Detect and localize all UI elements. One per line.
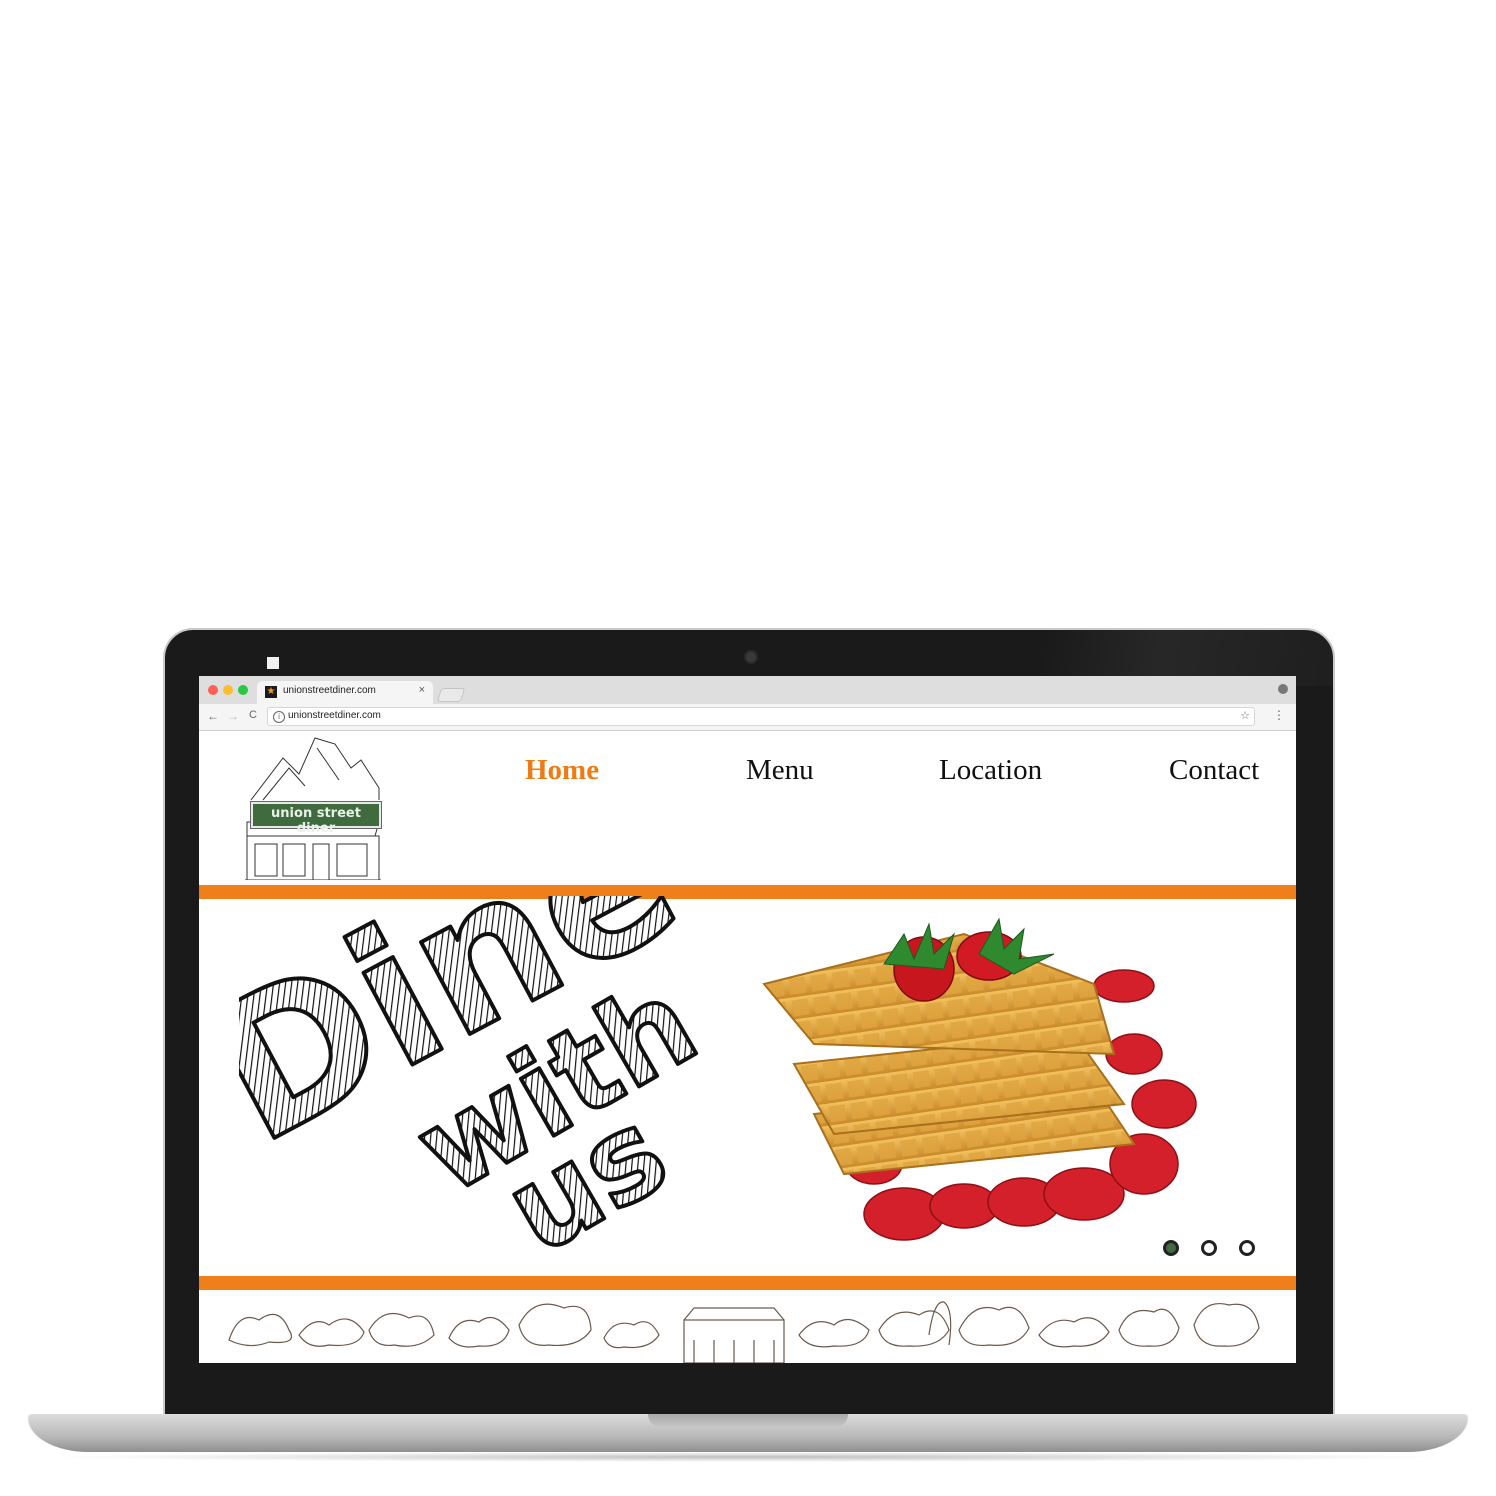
window-minimize-button[interactable] xyxy=(223,685,233,695)
bookmark-star-icon[interactable]: ☆ xyxy=(1240,709,1250,722)
screen: ★ unionstreetdiner.com × ← → C i unionst… xyxy=(199,676,1296,1363)
back-icon[interactable]: ← xyxy=(207,709,219,723)
nav-menu[interactable]: Menu xyxy=(746,754,814,787)
browser-tab[interactable]: ★ unionstreetdiner.com × xyxy=(257,681,433,704)
carousel-dot-2[interactable] xyxy=(1201,1240,1217,1256)
orange-divider-bottom xyxy=(199,1276,1296,1290)
logo-text: union street diner xyxy=(271,806,361,836)
carousel-dot-3[interactable] xyxy=(1239,1240,1255,1256)
browser-menu-icon[interactable]: ⋮ xyxy=(1273,708,1285,722)
carousel-dot-1[interactable] xyxy=(1163,1240,1179,1256)
laptop-shadow xyxy=(40,1452,1456,1462)
browser-tabbar: ★ unionstreetdiner.com × xyxy=(199,676,1296,704)
nav-contact[interactable]: Contact xyxy=(1169,754,1259,787)
tab-title: unionstreetdiner.com xyxy=(283,685,376,696)
url-text: unionstreetdiner.com xyxy=(288,710,381,721)
tab-close-icon[interactable]: × xyxy=(419,684,425,696)
forward-icon[interactable]: → xyxy=(227,709,239,723)
profile-icon[interactable] xyxy=(1278,684,1288,694)
reload-icon[interactable]: C xyxy=(249,709,257,721)
window-close-button[interactable] xyxy=(208,685,218,695)
nav-location[interactable]: Location xyxy=(939,754,1042,787)
address-bar[interactable]: i unionstreetdiner.com ☆ xyxy=(267,707,1255,726)
logo-sign: union street diner xyxy=(250,801,382,836)
webcam-icon xyxy=(744,650,758,664)
favicon-icon: ★ xyxy=(265,686,277,698)
info-icon[interactable]: i xyxy=(273,711,285,723)
carousel-indicators xyxy=(1163,1240,1263,1262)
browser-toolbar: ← → C i unionstreetdiner.com ☆ ⋮ xyxy=(199,704,1296,731)
laptop-opening-notch xyxy=(648,1414,848,1428)
footer-trees-illustration xyxy=(228,1301,1260,1363)
window-zoom-button[interactable] xyxy=(238,685,248,695)
waffle-image xyxy=(762,917,1197,1241)
nav-home[interactable]: Home xyxy=(525,754,599,787)
hero-headline: Dine with us xyxy=(239,896,721,1276)
new-tab-button[interactable] xyxy=(436,688,466,702)
lid-indicator xyxy=(267,657,279,669)
